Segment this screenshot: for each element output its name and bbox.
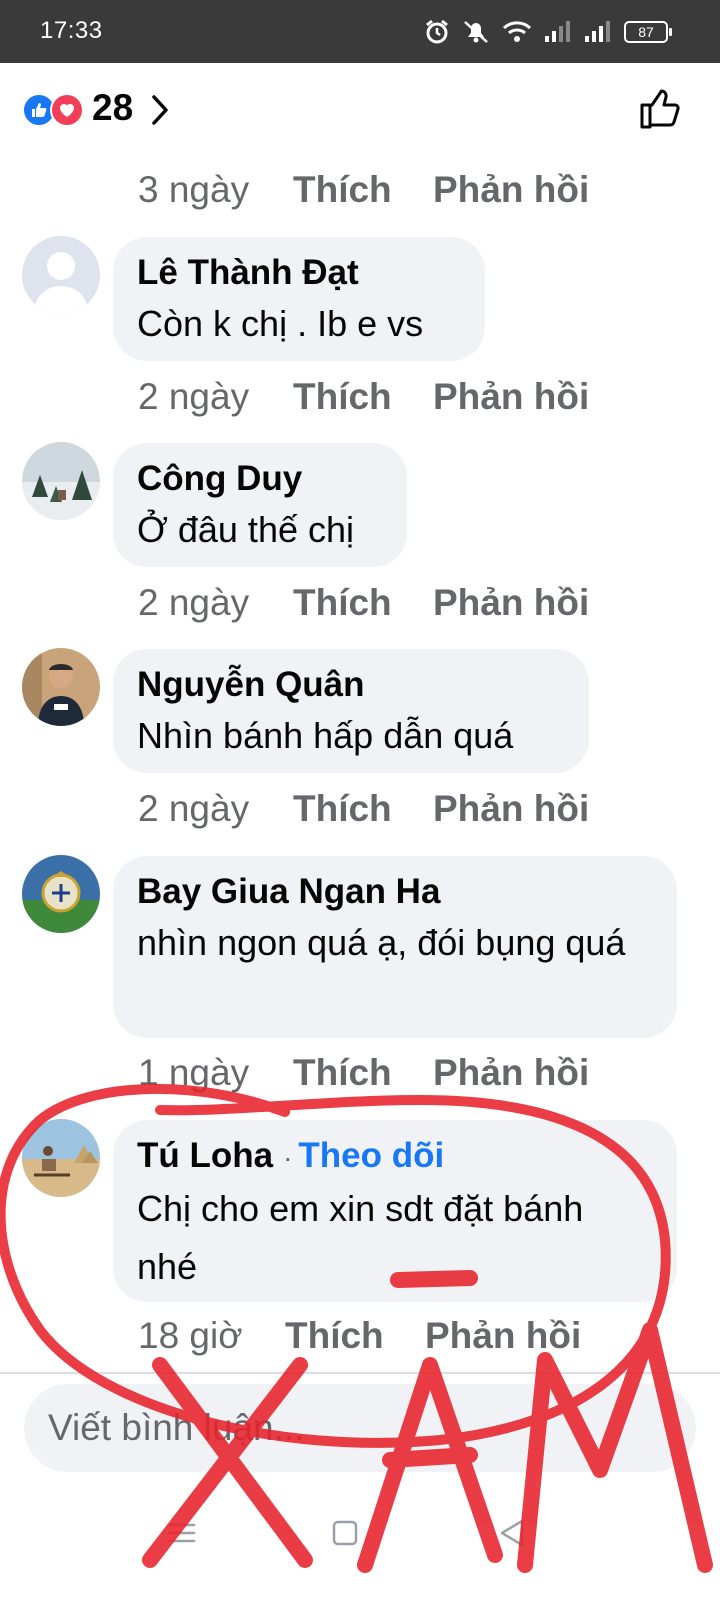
comment-author[interactable]: Lê Thành Đạt bbox=[137, 251, 461, 295]
alarm-icon bbox=[424, 19, 450, 45]
comment-bubble: Công Duy Ở đâu thế chị bbox=[113, 443, 407, 567]
comment-meta: 18 giờ Thích Phản hồi bbox=[138, 1311, 581, 1361]
comment-like-button[interactable]: Thích bbox=[293, 788, 433, 830]
nav-bar bbox=[0, 1485, 720, 1612]
back-nav-icon[interactable] bbox=[493, 1513, 533, 1553]
comment-text: Ở đâu thế chị bbox=[137, 509, 355, 550]
comment-time: 2 ngày bbox=[138, 582, 250, 623]
comment-like-button[interactable]: Thích bbox=[285, 1315, 425, 1357]
follow-separator: · bbox=[283, 1142, 293, 1173]
avatar[interactable] bbox=[22, 1119, 100, 1197]
comment-author[interactable]: Nguyễn Quân bbox=[137, 663, 565, 707]
home-nav-icon[interactable] bbox=[325, 1513, 365, 1553]
comment-author[interactable]: Công Duy bbox=[137, 457, 383, 501]
mute-icon bbox=[462, 19, 490, 45]
comment-text: nhìn ngon quá ạ, đói bụng quá bbox=[137, 922, 626, 963]
wifi-icon bbox=[502, 20, 532, 44]
comment-input[interactable] bbox=[24, 1384, 696, 1472]
divider bbox=[0, 1372, 720, 1374]
comment-reply-button[interactable]: Phản hồi bbox=[433, 376, 589, 418]
thumbs-up-icon[interactable] bbox=[638, 87, 682, 131]
comment-reply-button[interactable]: Phản hồi bbox=[425, 1315, 581, 1357]
signal-icon bbox=[544, 20, 572, 44]
comment-bubble: Nguyễn Quân Nhìn bánh hấp dẫn quá bbox=[113, 649, 589, 773]
comment-meta: 3 ngày Thích Phản hồi bbox=[138, 165, 589, 215]
comment-like-button[interactable]: Thích bbox=[293, 376, 433, 418]
avatar[interactable] bbox=[22, 442, 100, 520]
reactions-header: 28 bbox=[0, 63, 720, 158]
reaction-count[interactable]: 28 bbox=[92, 87, 133, 129]
comment-time: 18 giờ bbox=[138, 1315, 243, 1356]
comment-time: 1 ngày bbox=[138, 1052, 250, 1093]
follow-link[interactable]: Theo dõi bbox=[298, 1136, 444, 1175]
comment-bubble: Lê Thành Đạt Còn k chị . Ib e vs bbox=[113, 237, 485, 361]
comment-text: Chị cho em xin sdt đặt bánh nhé bbox=[137, 1188, 584, 1287]
chevron-right-icon[interactable] bbox=[150, 93, 170, 132]
comment-text: Còn k chị . Ib e vs bbox=[137, 303, 424, 344]
comment-like-button[interactable]: Thích bbox=[293, 1052, 433, 1094]
comment-author-row: Tú Loha · Theo dõi bbox=[137, 1134, 653, 1180]
comment-meta: 2 ngày Thích Phản hồi bbox=[138, 372, 589, 422]
comment-time: 2 ngày bbox=[138, 376, 250, 417]
comment-bubble: Bay Giua Ngan Ha nhìn ngon quá ạ, đói bụ… bbox=[113, 856, 677, 1038]
menu-nav-icon[interactable] bbox=[162, 1513, 202, 1553]
reaction-summary[interactable] bbox=[22, 93, 88, 129]
avatar[interactable] bbox=[22, 855, 100, 933]
love-reaction-icon bbox=[50, 93, 84, 127]
comment-meta: 2 ngày Thích Phản hồi bbox=[138, 578, 589, 628]
comment-reply-button[interactable]: Phản hồi bbox=[433, 169, 589, 211]
status-icons: 87 bbox=[424, 18, 672, 46]
comment-like-button[interactable]: Thích bbox=[293, 169, 433, 211]
comment-time: 3 ngày bbox=[138, 169, 250, 210]
status-time: 17:33 bbox=[40, 17, 103, 44]
comment-time: 2 ngày bbox=[138, 788, 250, 829]
comment-reply-button[interactable]: Phản hồi bbox=[433, 582, 589, 624]
battery-icon: 87 bbox=[624, 21, 672, 43]
comment-meta: 1 ngày Thích Phản hồi bbox=[138, 1048, 589, 1098]
avatar[interactable] bbox=[22, 648, 100, 726]
comment-text: Nhìn bánh hấp dẫn quá bbox=[137, 715, 514, 756]
comment-bubble: Tú Loha · Theo dõi Chị cho em xin sdt đặt … bbox=[113, 1120, 677, 1302]
signal-icon bbox=[584, 20, 612, 44]
comment-like-button[interactable]: Thích bbox=[293, 582, 433, 624]
avatar[interactable] bbox=[22, 236, 100, 314]
comment-author[interactable]: Bay Giua Ngan Ha bbox=[137, 870, 653, 914]
comment-reply-button[interactable]: Phản hồi bbox=[433, 788, 589, 830]
comment-meta: 2 ngày Thích Phản hồi bbox=[138, 784, 589, 834]
comment-reply-button[interactable]: Phản hồi bbox=[433, 1052, 589, 1094]
comment-author[interactable]: Tú Loha bbox=[137, 1136, 273, 1175]
status-bar: 17:33 87 bbox=[0, 0, 720, 63]
